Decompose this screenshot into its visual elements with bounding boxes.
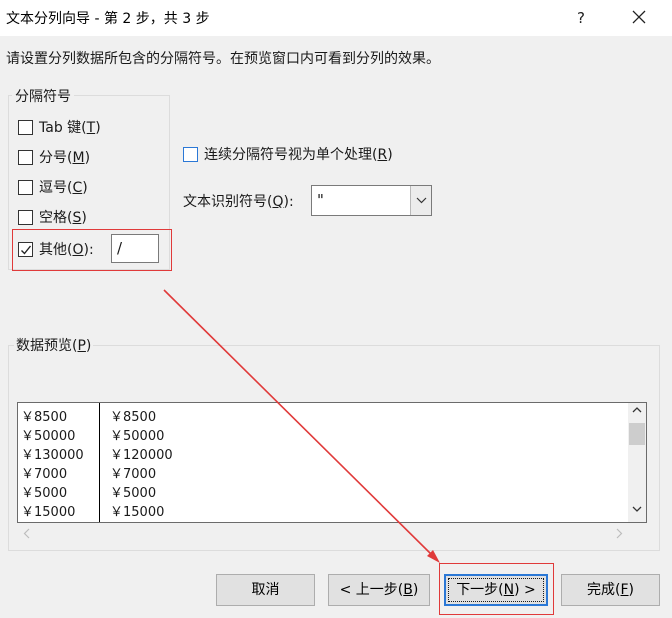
preview-label: 数据预览(P) [14, 335, 94, 355]
text-qualifier-label: 文本识别符号(Q): [183, 191, 294, 211]
back-hotkey: B [403, 582, 413, 598]
space-label-suffix: ) [81, 210, 87, 226]
tab-option[interactable]: Tab 键(T) [18, 117, 101, 137]
dropdown-button[interactable] [410, 186, 431, 215]
text-qualifier-label-text: 文本识别符号( [183, 194, 273, 210]
comma-hotkey: C [72, 180, 83, 196]
next-button-suffix: ) > [514, 582, 536, 598]
comma-option[interactable]: 逗号(C) [18, 177, 88, 197]
title-bar: 文本分列向导 - 第 2 步，共 3 步 ? [0, 0, 672, 36]
chevron-up-icon[interactable] [632, 406, 642, 413]
other-delimiter-input[interactable]: / [111, 234, 159, 263]
delimiters-group-label: 分隔符号 [12, 86, 74, 106]
close-button[interactable] [624, 4, 654, 32]
finish-hotkey: F [620, 582, 629, 598]
checkmark-icon [21, 245, 32, 255]
preview-cell: ￥8500 [21, 410, 68, 425]
chevron-down-icon[interactable] [632, 506, 642, 513]
other-checkbox[interactable] [18, 241, 33, 257]
preview-cell: ￥130000 [21, 448, 84, 463]
chevron-down-icon [416, 197, 427, 204]
comma-checkbox[interactable] [18, 179, 33, 195]
preview-cell: ￥7000 [21, 467, 68, 482]
next-button[interactable]: 下一步(N) > [444, 574, 548, 606]
text-qualifier-value: " [317, 191, 324, 209]
preview-cell: ￥120000 [110, 448, 173, 463]
preview-cell: ￥15000 [21, 505, 76, 520]
finish-button[interactable]: 完成(F) [561, 574, 660, 606]
text-qualifier-hotkey: Q [272, 194, 284, 210]
close-icon [632, 10, 646, 24]
tab-checkbox[interactable] [18, 119, 33, 135]
next-hotkey: N [503, 582, 515, 598]
back-button[interactable]: < 上一步(B) [328, 574, 430, 606]
tab-label-suffix: ) [95, 120, 101, 136]
preview-cell: ￥50000 [21, 429, 76, 444]
space-label: 空格( [39, 210, 73, 226]
semicolon-label-suffix: ) [84, 150, 91, 166]
space-option[interactable]: 空格(S) [18, 207, 87, 227]
semicolon-label: 分号( [39, 150, 73, 166]
preview-cell: ￥8500 [110, 410, 157, 425]
text-qualifier-select[interactable]: " [311, 185, 432, 216]
semicolon-checkbox[interactable] [18, 149, 33, 165]
vertical-scrollbar[interactable] [628, 403, 646, 522]
chevron-left-icon[interactable] [23, 528, 30, 539]
finish-button-suffix: ) [628, 582, 634, 598]
data-preview-pane[interactable]: ￥8500 ￥8500 ￥50000 ￥50000 ￥130000 ￥12000… [17, 402, 647, 523]
space-checkbox[interactable] [18, 209, 33, 225]
consecutive-label-suffix: ) [387, 147, 393, 163]
other-option[interactable]: 其他(O): [18, 239, 94, 259]
tab-hotkey: T [86, 120, 96, 136]
preview-cell: ￥5000 [110, 486, 157, 501]
preview-cell: ￥5000 [21, 486, 68, 501]
preview-cell: ￥7000 [110, 467, 157, 482]
column-break-line[interactable] [99, 403, 100, 522]
instruction-text: 请设置分列数据所包含的分隔符号。在预览窗口内可看到分列的效果。 [6, 51, 440, 67]
other-label: 其他( [39, 242, 73, 258]
cancel-button-label: 取消 [251, 582, 280, 598]
scrollbar-thumb[interactable] [629, 423, 645, 445]
consecutive-checkbox[interactable] [183, 146, 198, 162]
text-qualifier-label-suffix: ): [283, 194, 294, 210]
window-title: 文本分列向导 - 第 2 步，共 3 步 [6, 11, 210, 27]
back-button-label: < 上一步( [339, 582, 404, 598]
preview-cell: ￥50000 [110, 429, 165, 444]
other-label-suffix: ): [83, 242, 94, 258]
preview-label-suffix: ) [85, 338, 92, 354]
preview-label-text: 数据预览( [16, 338, 78, 354]
next-button-label: 下一步( [456, 582, 504, 598]
semicolon-option[interactable]: 分号(M) [18, 147, 90, 167]
other-hotkey: O [72, 242, 84, 258]
preview-cell: ￥15000 [110, 505, 165, 520]
horizontal-scrollbar[interactable] [17, 524, 629, 544]
preview-hotkey: P [77, 338, 86, 354]
chevron-right-icon[interactable] [616, 528, 623, 539]
semicolon-hotkey: M [72, 150, 85, 166]
consecutive-option[interactable]: 连续分隔符号视为单个处理(R) [183, 144, 393, 164]
comma-label: 逗号( [39, 180, 73, 196]
back-button-suffix: ) [412, 582, 419, 598]
help-button[interactable]: ? [566, 4, 596, 32]
consecutive-hotkey: R [377, 147, 388, 163]
cancel-button[interactable]: 取消 [216, 574, 315, 606]
tab-label: Tab 键( [39, 120, 87, 136]
consecutive-label: 连续分隔符号视为单个处理( [204, 147, 378, 163]
finish-button-label: 完成( [587, 582, 621, 598]
comma-label-suffix: ) [82, 180, 88, 196]
